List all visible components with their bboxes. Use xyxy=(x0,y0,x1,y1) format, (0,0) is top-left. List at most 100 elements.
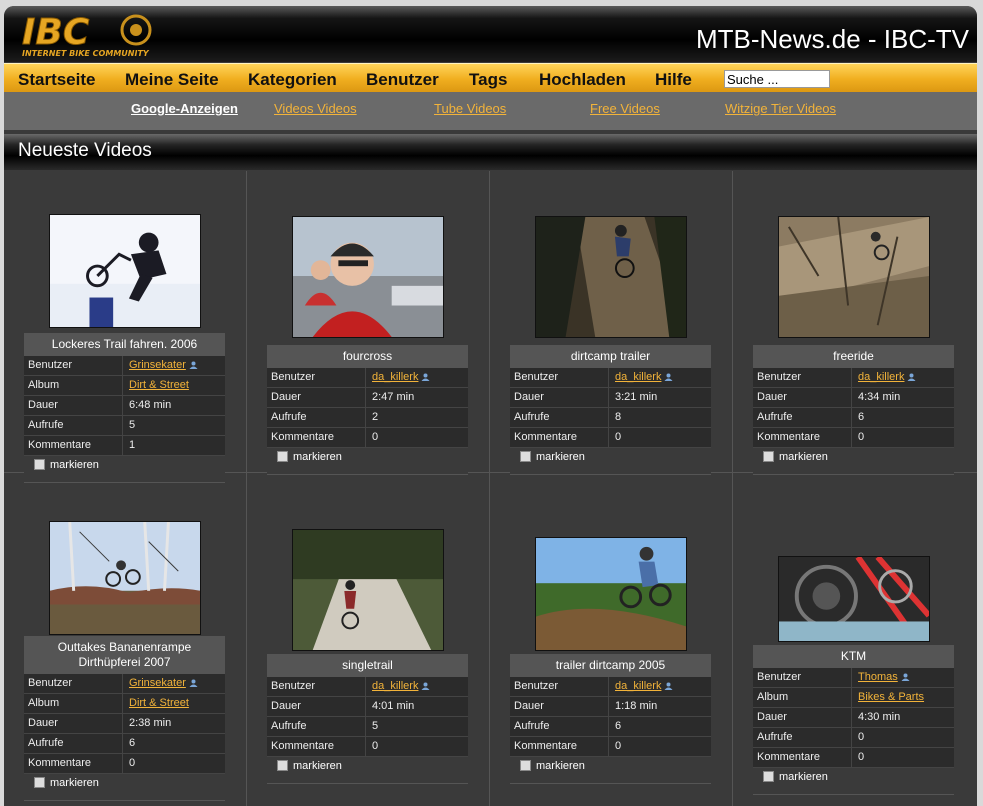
video-title[interactable]: dirtcamp trailer xyxy=(510,345,711,368)
label-comments: Kommentare xyxy=(510,428,609,447)
label-duration: Dauer xyxy=(510,388,609,407)
album-link[interactable]: Dirt & Street xyxy=(129,697,189,709)
nav-item-startseite[interactable]: Startseite xyxy=(18,70,95,90)
views-value: 6 xyxy=(852,408,954,427)
label-duration: Dauer xyxy=(753,388,852,407)
user-icon xyxy=(901,673,910,682)
album-link[interactable]: Dirt & Street xyxy=(129,379,189,391)
video-info-table: trailer dirtcamp 2005 Benutzer da_killerk… xyxy=(510,654,711,784)
nav-item-tags[interactable]: Tags xyxy=(469,70,507,90)
video-thumbnail[interactable] xyxy=(778,216,930,338)
video-card: Lockeres Trail fahren. 2006 Benutzer Grin… xyxy=(4,171,247,483)
video-title[interactable]: singletrail xyxy=(267,654,468,677)
mark-checkbox[interactable] xyxy=(277,451,288,462)
nav-item-hochladen[interactable]: Hochladen xyxy=(539,70,626,90)
album-link[interactable]: Bikes & Parts xyxy=(858,691,924,703)
views-value: 2 xyxy=(366,408,468,427)
main-nav: Startseite Meine Seite Kategorien Benutz… xyxy=(4,63,977,92)
video-thumbnail[interactable] xyxy=(292,216,444,338)
user-icon xyxy=(664,682,673,691)
ad-link-videos-videos[interactable]: Videos Videos xyxy=(274,101,357,116)
ad-link-tube-videos[interactable]: Tube Videos xyxy=(434,101,506,116)
label-user: Benutzer xyxy=(753,368,852,387)
mark-checkbox[interactable] xyxy=(34,459,45,470)
mark-label: markieren xyxy=(50,459,99,471)
site-title: MTB-News.de - IBC-TV xyxy=(695,24,969,54)
video-info-table: Lockeres Trail fahren. 2006 Benutzer Grin… xyxy=(24,333,225,483)
user-link[interactable]: da_killerk xyxy=(372,680,418,692)
user-link[interactable]: Grinsekater xyxy=(129,359,186,371)
ad-label-google[interactable]: Google-Anzeigen xyxy=(131,101,238,116)
ad-link-free-videos[interactable]: Free Videos xyxy=(590,101,660,116)
mark-label: markieren xyxy=(536,760,585,772)
nav-item-hilfe[interactable]: Hilfe xyxy=(655,70,692,90)
nav-item-meine-seite[interactable]: Meine Seite xyxy=(125,70,219,90)
mark-checkbox[interactable] xyxy=(277,760,288,771)
user-link[interactable]: da_killerk xyxy=(615,680,661,692)
comments-value: 0 xyxy=(609,428,711,447)
user-link[interactable]: da_killerk xyxy=(372,371,418,383)
video-title[interactable]: fourcross xyxy=(267,345,468,368)
label-comments: Kommentare xyxy=(24,436,123,455)
ad-link-witzige-tier-videos[interactable]: Witzige Tier Videos xyxy=(725,101,836,116)
label-comments: Kommentare xyxy=(267,737,366,756)
nav-item-benutzer[interactable]: Benutzer xyxy=(366,70,439,90)
label-duration: Dauer xyxy=(510,697,609,716)
mark-checkbox[interactable] xyxy=(520,451,531,462)
video-grid: Lockeres Trail fahren. 2006 Benutzer Grin… xyxy=(4,171,977,806)
duration-value: 4:30 min xyxy=(852,708,954,727)
video-info-table: Outtakes Bananenrampe Dirthüpferei 2007 … xyxy=(24,636,225,801)
label-views: Aufrufe xyxy=(753,728,852,747)
user-link[interactable]: Thomas xyxy=(858,671,898,683)
comments-value: 0 xyxy=(609,737,711,756)
label-comments: Kommentare xyxy=(753,428,852,447)
label-album: Album xyxy=(24,694,123,713)
nav-item-kategorien[interactable]: Kategorien xyxy=(248,70,337,90)
user-link[interactable]: da_killerk xyxy=(615,371,661,383)
site-header: IBC INTERNET BIKE COMMUNITY MTB-News.de … xyxy=(4,6,977,62)
user-link[interactable]: Grinsekater xyxy=(129,677,186,689)
label-views: Aufrufe xyxy=(24,416,123,435)
label-duration: Dauer xyxy=(753,708,852,727)
video-title[interactable]: Outtakes Bananenrampe Dirthüpferei 2007 xyxy=(24,636,225,674)
label-views: Aufrufe xyxy=(267,717,366,736)
label-comments: Kommentare xyxy=(267,428,366,447)
video-thumbnail[interactable] xyxy=(292,529,444,651)
video-thumbnail[interactable] xyxy=(49,521,201,635)
video-info-table: KTM Benutzer Thomas Album Bikes & Parts Da… xyxy=(753,645,954,795)
mark-checkbox[interactable] xyxy=(34,777,45,788)
video-thumbnail[interactable] xyxy=(778,556,930,642)
mark-label: markieren xyxy=(50,777,99,789)
video-card: freeride Benutzer da_killerk Dauer 4:34 mi… xyxy=(733,171,977,475)
comments-value: 1 xyxy=(123,436,225,455)
label-comments: Kommentare xyxy=(510,737,609,756)
mark-checkbox[interactable] xyxy=(763,771,774,782)
video-title[interactable]: freeride xyxy=(753,345,954,368)
duration-value: 1:18 min xyxy=(609,697,711,716)
section-header: Neueste Videos xyxy=(4,134,977,170)
label-user: Benutzer xyxy=(267,677,366,696)
duration-value: 2:47 min xyxy=(366,388,468,407)
video-title[interactable]: KTM xyxy=(753,645,954,668)
video-title[interactable]: trailer dirtcamp 2005 xyxy=(510,654,711,677)
video-thumbnail[interactable] xyxy=(49,214,201,328)
logo-sub-text: INTERNET BIKE COMMUNITY xyxy=(22,49,150,58)
mark-label: markieren xyxy=(293,451,342,463)
video-thumbnail[interactable] xyxy=(535,216,687,338)
user-icon xyxy=(421,373,430,382)
video-thumbnail[interactable] xyxy=(535,537,687,651)
views-value: 0 xyxy=(852,728,954,747)
search-input[interactable] xyxy=(724,70,830,88)
label-user: Benutzer xyxy=(267,368,366,387)
comments-value: 0 xyxy=(123,754,225,773)
user-link[interactable]: da_killerk xyxy=(858,371,904,383)
label-album: Album xyxy=(753,688,852,707)
mark-checkbox[interactable] xyxy=(763,451,774,462)
label-views: Aufrufe xyxy=(24,734,123,753)
video-title[interactable]: Lockeres Trail fahren. 2006 xyxy=(24,333,225,356)
ad-links-bar: Google-Anzeigen Videos Videos Tube Video… xyxy=(4,92,977,130)
mark-checkbox[interactable] xyxy=(520,760,531,771)
video-card: Outtakes Bananenrampe Dirthüpferei 2007 … xyxy=(4,473,247,806)
mark-label: markieren xyxy=(536,451,585,463)
ibc-logo[interactable]: IBC INTERNET BIKE COMMUNITY xyxy=(18,10,188,60)
